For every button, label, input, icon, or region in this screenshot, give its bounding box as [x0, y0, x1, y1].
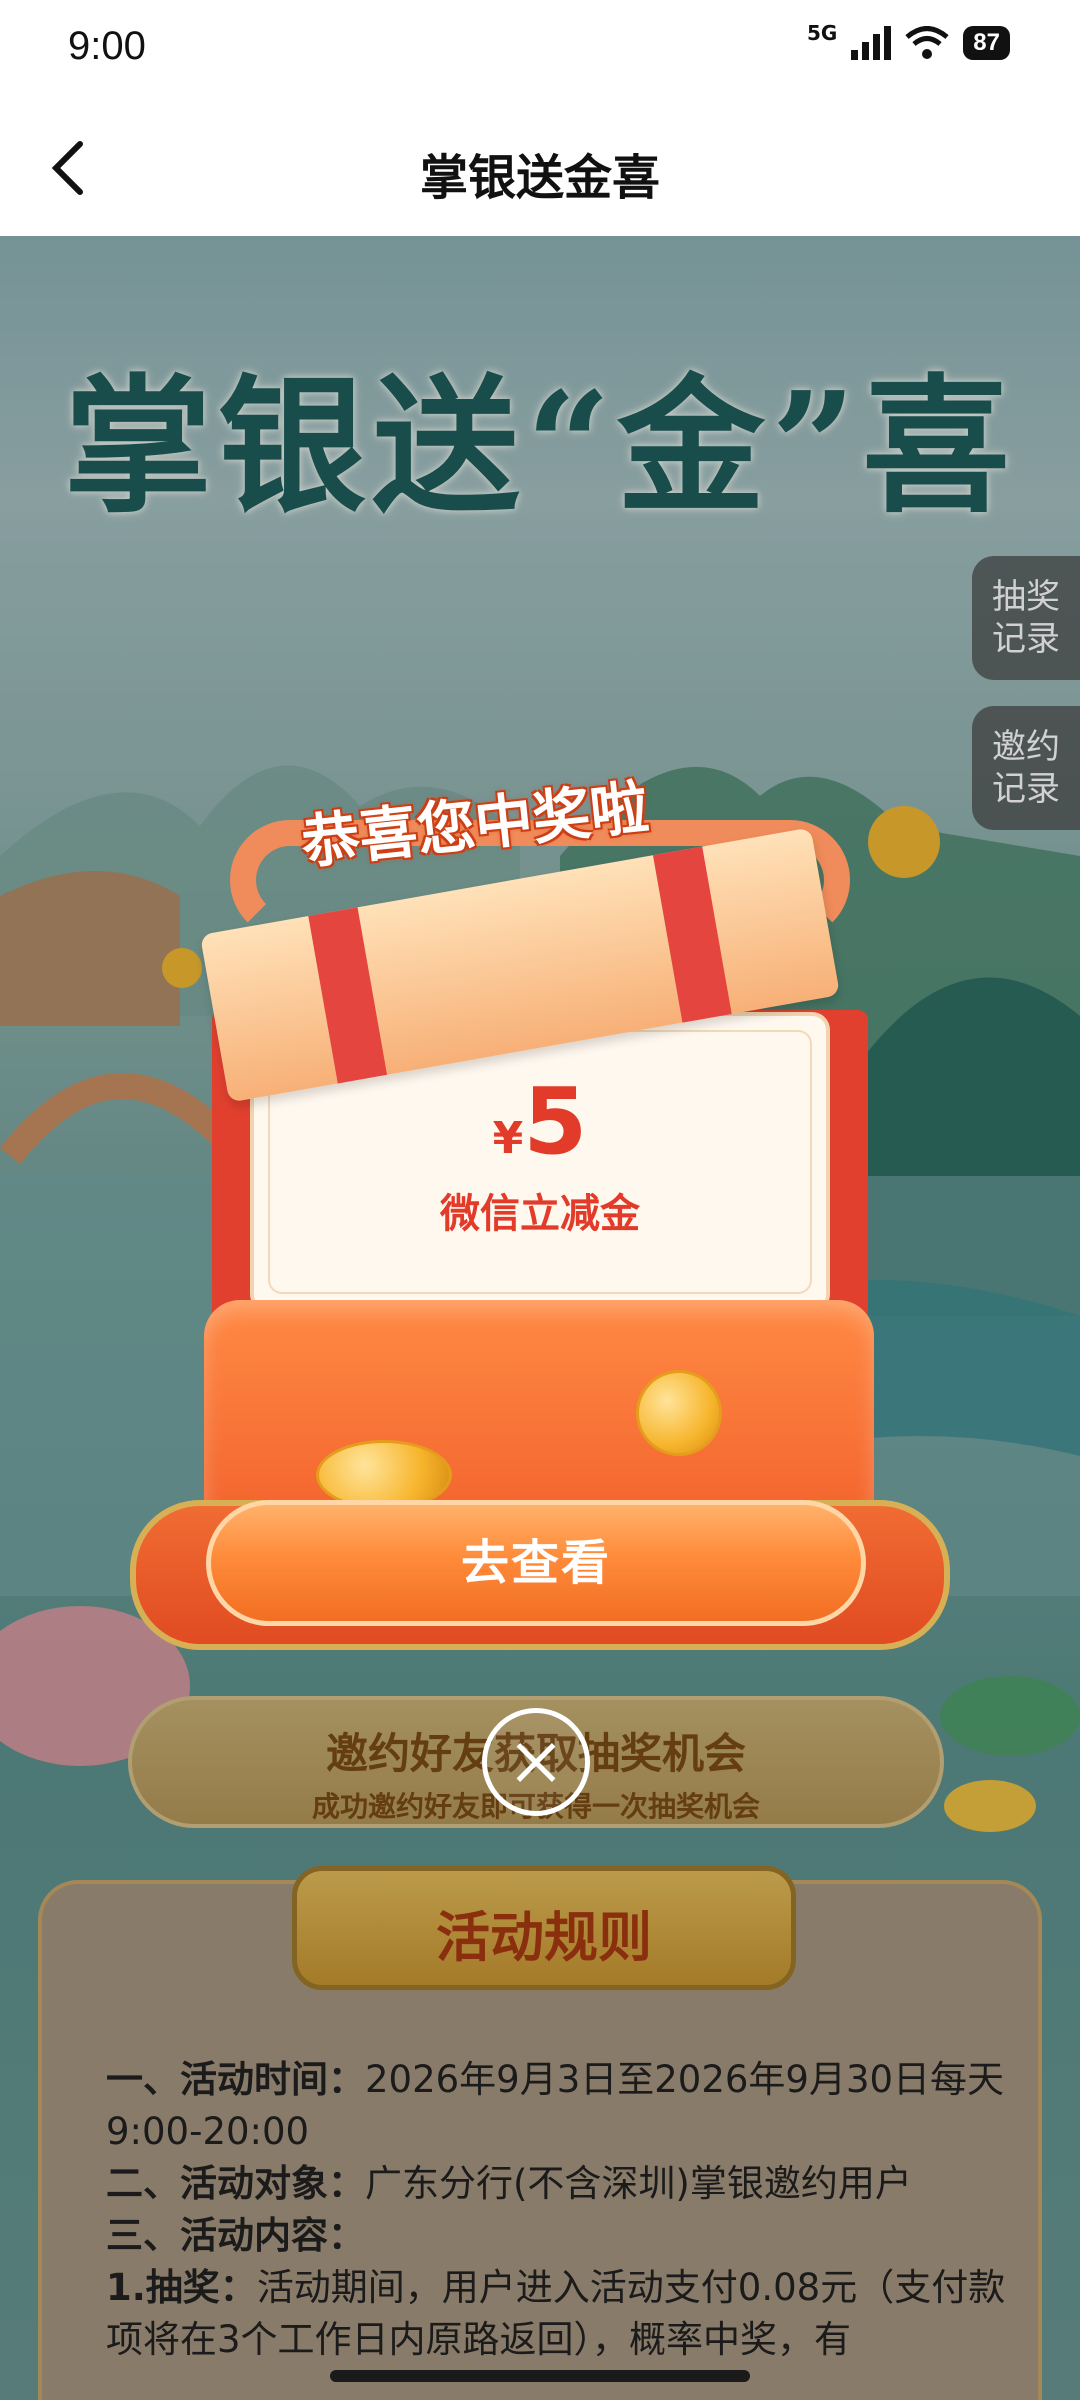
- prize-modal: ¥5 微信立减金 恭喜您中奖啦 去查看: [0, 0, 1080, 2400]
- close-icon[interactable]: [482, 1708, 590, 1816]
- lid-stripe: [652, 846, 732, 1023]
- home-indicator: [330, 2370, 750, 2382]
- coin-icon: [636, 1370, 722, 1456]
- view-prize-button[interactable]: 去查看: [206, 1500, 866, 1626]
- lid-stripe: [308, 907, 388, 1084]
